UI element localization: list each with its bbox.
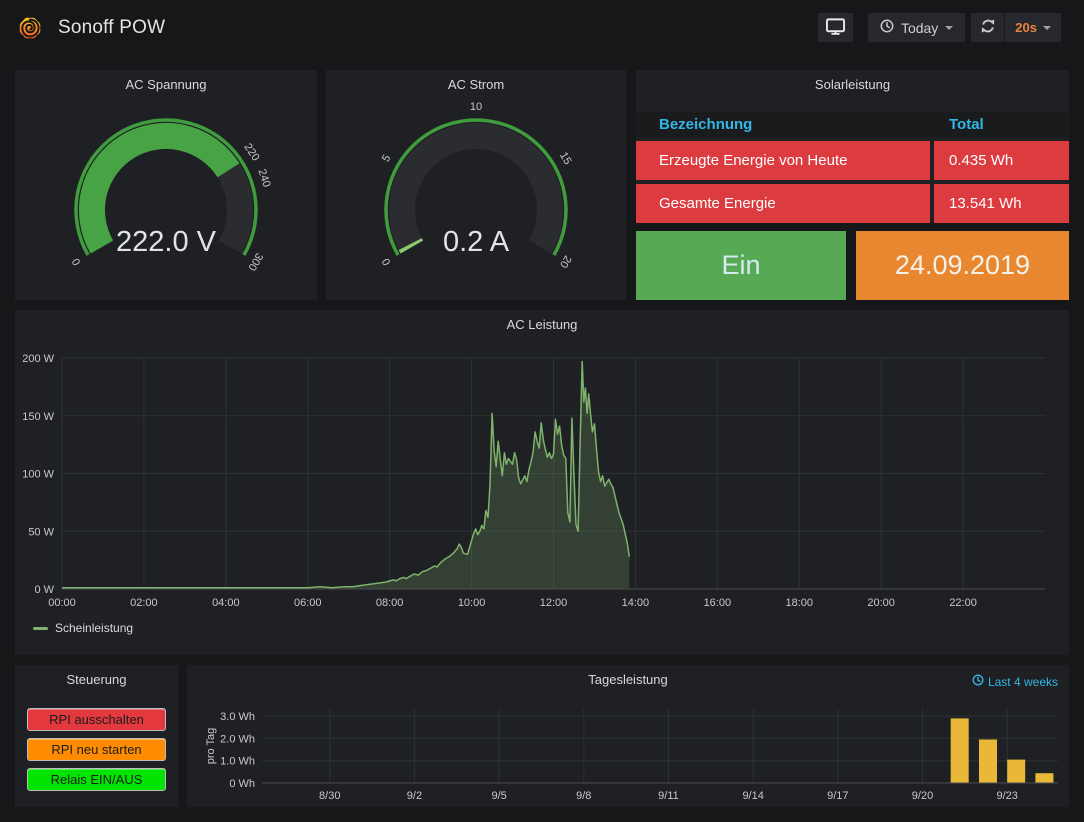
refresh-picker: 20s [970,12,1062,43]
row-label: Gesamte Energie [636,184,930,223]
svg-text:10:00: 10:00 [458,597,486,609]
svg-text:5: 5 [380,153,393,164]
table-row: Gesamte Energie 13.541 Wh [636,184,1069,223]
svg-text:12:00: 12:00 [540,597,568,609]
svg-text:9/20: 9/20 [912,790,933,802]
panel-date: 24.09.2019 [856,231,1069,300]
svg-text:200 W: 200 W [22,353,54,365]
ac-voltage-gauge: 0220240300 [15,70,317,300]
solar-table: Bezeichnung Total Erzeugte Energie von H… [636,112,1069,222]
svg-text:9/14: 9/14 [742,790,763,802]
tv-kiosk-button[interactable] [817,12,854,43]
panel-relay-state: Ein [636,231,846,300]
rpi-shutdown-button[interactable]: RPI ausschalten [27,708,166,731]
ac-current-gauge: 05101520 [326,70,626,300]
svg-text:240: 240 [256,168,273,189]
svg-text:9/17: 9/17 [827,790,848,802]
svg-text:9/11: 9/11 [658,790,679,802]
svg-text:100 W: 100 W [22,469,54,481]
svg-text:9/2: 9/2 [407,790,422,802]
refresh-interval-label: 20s [1015,20,1037,35]
refresh-icon [979,17,997,38]
svg-text:06:00: 06:00 [294,597,322,609]
daily-bars [951,718,1054,783]
rpi-restart-button[interactable]: RPI neu starten [27,738,166,761]
svg-text:22:00: 22:00 [949,597,977,609]
svg-text:04:00: 04:00 [212,597,240,609]
panel-title-steuerung[interactable]: Steuerung [15,672,178,687]
svg-text:0 Wh: 0 Wh [229,778,255,790]
svg-text:02:00: 02:00 [130,597,158,609]
svg-text:10: 10 [470,101,482,113]
series-scheinleistung [62,362,629,590]
panel-solarleistung: Solarleistung Bezeichnung Total Erzeugte… [636,70,1069,222]
navbar: Sonoff POW Today [0,0,1084,55]
dashboard-title[interactable]: Sonoff POW [58,17,165,39]
series-color-dash [33,627,48,630]
refresh-button[interactable] [971,13,1005,42]
column-header-total[interactable]: Total [930,116,1069,133]
svg-text:3.0 Wh: 3.0 Wh [220,711,255,723]
column-header-bezeichnung[interactable]: Bezeichnung [636,116,930,133]
svg-text:9/5: 9/5 [491,790,506,802]
svg-text:50 W: 50 W [28,526,54,538]
svg-text:9/23: 9/23 [996,790,1017,802]
time-range-label: Today [901,20,938,36]
chevron-down-icon [945,26,953,30]
gridlines [262,709,1058,783]
svg-text:20:00: 20:00 [867,597,895,609]
y-axis-label: pro Tag [205,728,217,765]
ac-current-value: 0.2 A [326,226,626,259]
svg-text:pro Tag: pro Tag [205,728,217,765]
panel-ac-spannung: AC Spannung 0220240300 222.0 V [15,70,317,300]
date-value: 24.09.2019 [856,231,1069,300]
svg-text:2.0 Wh: 2.0 Wh [220,733,255,745]
svg-text:00:00: 00:00 [48,597,76,609]
tagesleistung-chart[interactable]: 0 Wh 1.0 Wh 2.0 Wh 3.0 Wh 8/30 9/2 9/5 9/8 9/11 9… [187,665,1069,807]
monitor-icon [825,17,846,39]
row-value: 0.435 Wh [934,141,1069,180]
grafana-logo-icon[interactable] [16,14,44,42]
panel-tagesleistung: Tagesleistung Last 4 weeks 0 Wh1.0 Wh2.0… [187,665,1069,807]
ac-leistung-chart[interactable]: 0 W 50 W 100 W 150 W 200 W 00:00 02:00 04:00 06:… [15,310,1069,655]
clock-icon [880,19,894,36]
svg-text:08:00: 08:00 [376,597,404,609]
row-value: 13.541 Wh [934,184,1069,223]
relay-toggle-button[interactable]: Relais EIN/AUS [27,768,166,791]
time-range-picker[interactable]: Today [867,12,966,43]
row-label: Erzeugte Energie von Heute [636,141,930,180]
svg-text:8/30: 8/30 [319,790,340,802]
svg-text:16:00: 16:00 [704,597,732,609]
navbar-left: Sonoff POW [16,14,165,42]
refresh-interval-dropdown[interactable]: 20s [1005,13,1061,42]
svg-text:1.0 Wh: 1.0 Wh [220,756,255,768]
svg-text:0 W: 0 W [34,584,54,596]
chevron-down-icon [1043,26,1051,30]
ac-voltage-value: 222.0 V [15,226,317,259]
axis-tick-labels: 0 Wh 1.0 Wh 2.0 Wh 3.0 Wh 8/30 9/2 9/5 9/8 9/11 9… [220,711,1018,802]
svg-text:18:00: 18:00 [785,597,813,609]
solar-table-header: Bezeichnung Total [636,112,1069,137]
svg-text:15: 15 [557,150,574,167]
relay-state-value: Ein [636,231,846,300]
panel-title-solarleistung[interactable]: Solarleistung [636,77,1069,92]
svg-text:150 W: 150 W [22,411,54,423]
series-label: Scheinleistung [55,621,133,635]
navbar-controls: Today 20s [817,12,1062,43]
legend-item-scheinleistung[interactable]: Scheinleistung [33,621,133,635]
svg-text:14:00: 14:00 [622,597,650,609]
table-row: Erzeugte Energie von Heute 0.435 Wh [636,141,1069,180]
panel-ac-leistung: AC Leistung 0 W50 W100 W150 W200 W00:000… [15,310,1069,655]
panel-ac-strom: AC Strom 05101520 0.2 A [326,70,626,300]
svg-text:220: 220 [241,141,261,163]
panel-steuerung: Steuerung RPI ausschalten RPI neu starte… [15,665,178,807]
svg-text:9/8: 9/8 [576,790,591,802]
